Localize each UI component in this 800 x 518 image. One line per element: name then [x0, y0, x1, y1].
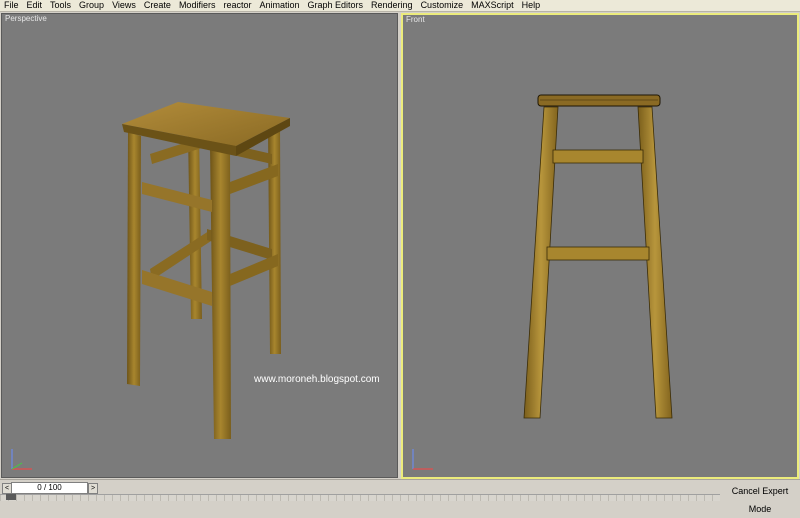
menu-animation[interactable]: Animation — [255, 0, 303, 11]
time-next-button[interactable]: > — [88, 483, 98, 494]
cancel-expert-mode-button[interactable]: Cancel Expert Mode — [720, 482, 800, 514]
menu-tools[interactable]: Tools — [46, 0, 75, 11]
watermark-text: www.moroneh.blogspot.com — [254, 374, 380, 385]
menu-help[interactable]: Help — [518, 0, 545, 11]
menu-bar: File Edit Tools Group Views Create Modif… — [0, 0, 800, 12]
axis-tripod-icon — [412, 449, 433, 470]
menu-views[interactable]: Views — [108, 0, 140, 11]
stool-perspective-render — [122, 102, 290, 439]
axis-tripod-icon — [11, 449, 32, 470]
front-viewport[interactable]: Front — [401, 13, 799, 479]
frame-counter[interactable]: 0 / 100 — [11, 482, 88, 494]
menu-group[interactable]: Group — [75, 0, 108, 11]
menu-create[interactable]: Create — [140, 0, 175, 11]
menu-file[interactable]: File — [0, 0, 23, 11]
timeline-thumb[interactable] — [6, 494, 16, 500]
menu-customize[interactable]: Customize — [417, 0, 468, 11]
perspective-viewport[interactable]: Perspective www.moroneh.blogspot.com — [1, 13, 398, 478]
stool-front-render — [523, 94, 673, 419]
menu-maxscript[interactable]: MAXScript — [467, 0, 518, 11]
menu-modifiers[interactable]: Modifiers — [175, 0, 220, 11]
status-bar: < 0 / 100 > Cancel Expert Mode — [0, 479, 800, 514]
menu-rendering[interactable]: Rendering — [367, 0, 417, 11]
menu-reactor[interactable]: reactor — [219, 0, 255, 11]
menu-edit[interactable]: Edit — [23, 0, 47, 11]
menu-graph-editors[interactable]: Graph Editors — [304, 0, 368, 11]
